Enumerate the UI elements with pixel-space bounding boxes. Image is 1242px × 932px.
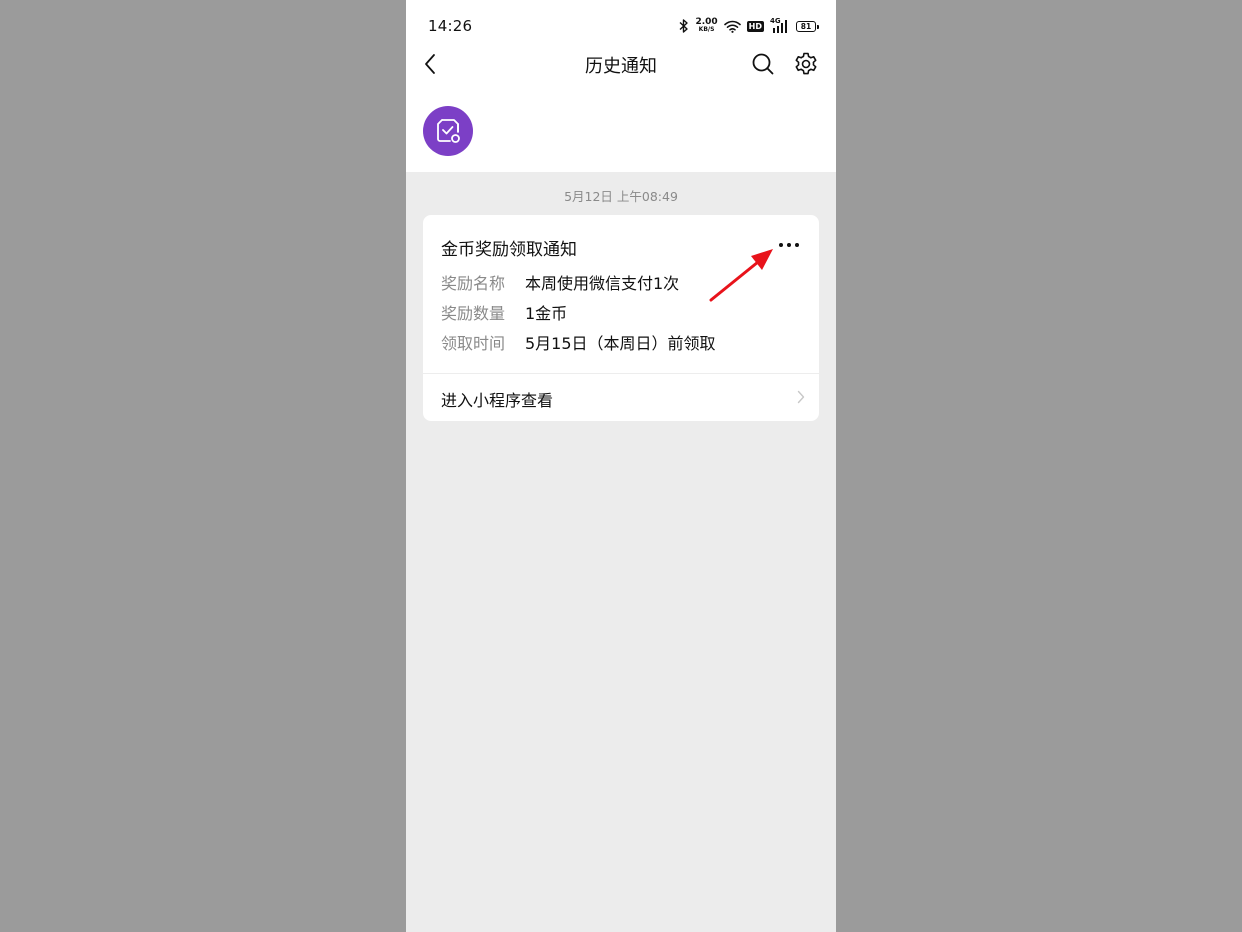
coin-check-icon	[437, 119, 460, 143]
phone-screen: 14:26 2.00 KB/S HD 4G 81 历史通知 5月12日 上午08…	[406, 0, 836, 932]
gear-icon	[795, 52, 817, 75]
notification-card: 金币奖励领取通知 奖励名称 本周使用微信支付1次 奖励数量 1金币 领取时间 5…	[423, 215, 819, 421]
search-button[interactable]	[749, 50, 777, 78]
service-avatar[interactable]	[423, 106, 473, 156]
settings-button[interactable]	[792, 50, 820, 78]
battery-icon: 81	[796, 20, 819, 32]
cell-signal: 4G	[770, 17, 790, 33]
open-mini-program-link[interactable]: 进入小程序查看	[423, 374, 819, 421]
field-label: 领取时间	[441, 334, 506, 353]
search-icon	[752, 53, 774, 75]
signal-bars-icon	[773, 20, 787, 33]
status-icons: 2.00 KB/S HD 4G 81	[679, 16, 819, 36]
field-label: 奖励数量	[441, 304, 506, 323]
status-time: 14:26	[428, 17, 473, 35]
notification-timestamp: 5月12日 上午08:49	[564, 189, 678, 204]
wifi-icon	[723, 20, 741, 33]
field-label: 奖励名称	[441, 274, 506, 293]
open-mini-program-label: 进入小程序查看	[441, 391, 554, 410]
nav-bar: 历史通知	[406, 44, 836, 84]
field-value: 1金币	[525, 304, 568, 323]
net-speed-value: 2.00	[695, 17, 718, 27]
field-value: 本周使用微信支付1次	[525, 274, 680, 293]
more-options-button[interactable]	[775, 233, 803, 257]
net-speed-unit: KB/S	[698, 26, 715, 33]
bluetooth-icon	[679, 19, 689, 33]
more-dot	[795, 243, 799, 247]
net-speed: 2.00 KB/S	[695, 18, 717, 34]
hd-badge: HD	[746, 20, 764, 32]
more-dot	[779, 243, 783, 247]
field-row-reward-amount: 奖励数量 1金币	[441, 301, 567, 323]
more-dot	[787, 243, 791, 247]
notification-title: 金币奖励领取通知	[441, 240, 577, 260]
field-value: 5月15日（本周日）前领取	[525, 334, 716, 353]
header-area: 14:26 2.00 KB/S HD 4G 81 历史通知	[406, 0, 836, 172]
chevron-right-icon	[797, 390, 805, 404]
battery-level: 81	[800, 21, 812, 31]
field-row-reward-name: 奖励名称 本周使用微信支付1次	[441, 271, 679, 293]
field-row-claim-time: 领取时间 5月15日（本周日）前领取	[441, 331, 716, 353]
